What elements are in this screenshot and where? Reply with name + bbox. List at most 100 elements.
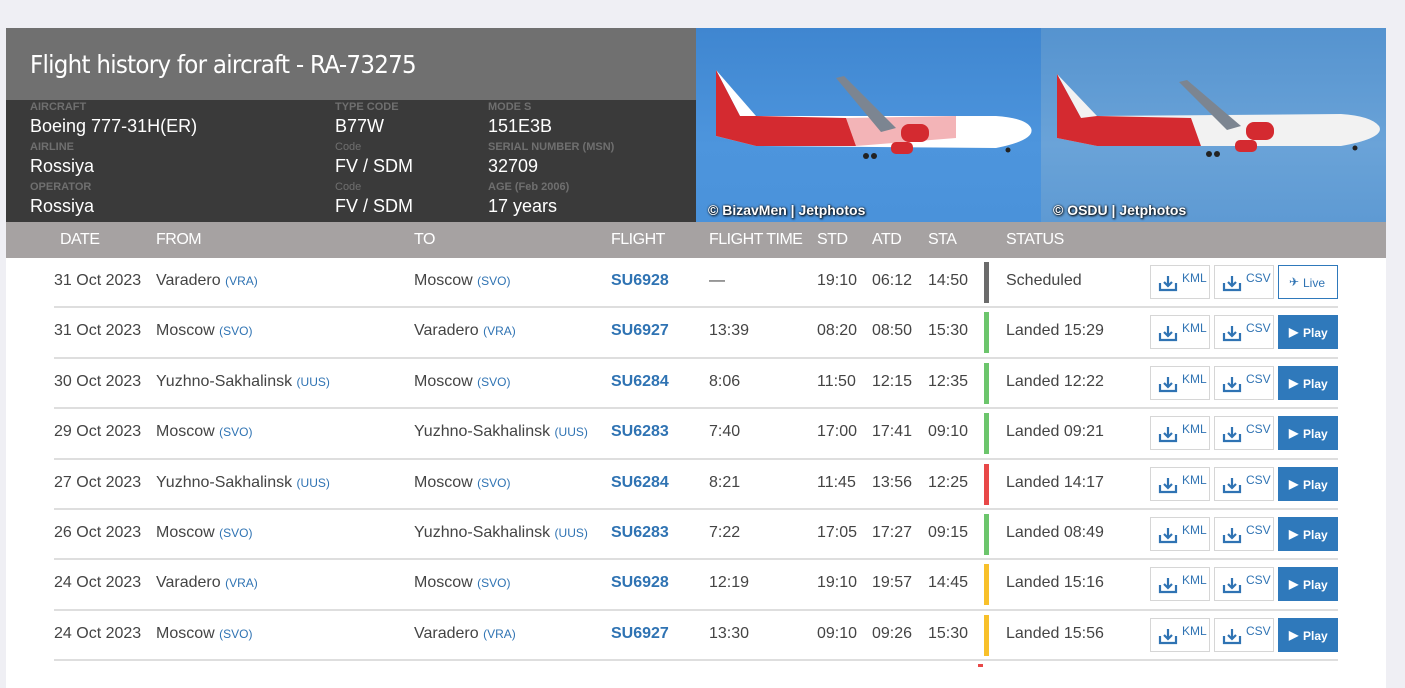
from-cell[interactable]: Moscow (SVO) bbox=[156, 423, 252, 441]
flight-number-link[interactable]: SU6928 bbox=[611, 272, 669, 290]
to-airport-code[interactable]: (VRA) bbox=[483, 324, 516, 338]
csv-download-button[interactable]: CSV bbox=[1214, 315, 1274, 350]
photo-credit[interactable]: © BizavMen | Jetphotos bbox=[708, 202, 865, 218]
kml-download-button[interactable]: KML bbox=[1150, 466, 1210, 501]
play-button[interactable]: ▶ Play bbox=[1278, 617, 1338, 652]
from-cell[interactable]: Yuzhno-Sakhalinsk (UUS) bbox=[156, 474, 330, 492]
table-header: DATE FROM TO FLIGHT FLIGHT TIME STD ATD … bbox=[6, 222, 1386, 258]
kml-download-button[interactable]: KML bbox=[1150, 365, 1210, 400]
kml-download-button[interactable]: KML bbox=[1150, 265, 1210, 299]
from-city[interactable]: Yuzhno-Sakhalinsk bbox=[156, 474, 292, 491]
play-button[interactable]: ▶ Play bbox=[1278, 466, 1338, 501]
play-label: Play bbox=[1303, 477, 1328, 492]
to-cell[interactable]: Moscow (SVO) bbox=[414, 272, 510, 290]
play-button[interactable]: ▶ Play bbox=[1278, 365, 1338, 400]
flight-number-link[interactable]: SU6927 bbox=[611, 625, 669, 643]
column-header-atd[interactable]: ATD bbox=[872, 231, 902, 249]
aircraft-photo-2[interactable]: © OSDU | Jetphotos bbox=[1041, 28, 1386, 222]
from-city[interactable]: Moscow bbox=[156, 322, 215, 339]
play-button[interactable]: ▶ Play bbox=[1278, 567, 1338, 602]
csv-download-button[interactable]: CSV bbox=[1214, 466, 1274, 501]
download-icon bbox=[1222, 326, 1242, 342]
from-cell[interactable]: Varadero (VRA) bbox=[156, 574, 258, 592]
to-airport-code[interactable]: (SVO) bbox=[477, 274, 510, 288]
flight-number-link[interactable]: SU6284 bbox=[611, 474, 669, 492]
to-city[interactable]: Moscow bbox=[414, 574, 473, 591]
flight-number-link[interactable]: SU6283 bbox=[611, 423, 669, 441]
kml-download-button[interactable]: KML bbox=[1150, 567, 1210, 602]
from-cell[interactable]: Moscow (SVO) bbox=[156, 625, 252, 643]
to-city[interactable]: Yuzhno-Sakhalinsk bbox=[414, 423, 550, 440]
from-airport-code[interactable]: (SVO) bbox=[219, 627, 252, 641]
column-header-status[interactable]: STATUS bbox=[1006, 231, 1064, 249]
play-icon: ▶ bbox=[1289, 476, 1299, 491]
play-label: Play bbox=[1303, 628, 1328, 643]
to-cell[interactable]: Moscow (SVO) bbox=[414, 474, 510, 492]
csv-download-button[interactable]: CSV bbox=[1214, 265, 1274, 299]
from-city[interactable]: Varadero bbox=[156, 574, 221, 591]
from-cell[interactable]: Yuzhno-Sakhalinsk (UUS) bbox=[156, 373, 330, 391]
column-header-flight[interactable]: FLIGHT bbox=[611, 231, 665, 249]
to-cell[interactable]: Moscow (SVO) bbox=[414, 574, 510, 592]
live-button[interactable]: ✈ Live bbox=[1278, 265, 1338, 299]
kml-download-button[interactable]: KML bbox=[1150, 315, 1210, 350]
flight-number-link[interactable]: SU6928 bbox=[611, 574, 669, 592]
from-cell[interactable]: Moscow (SVO) bbox=[156, 322, 252, 340]
from-cell[interactable]: Varadero (VRA) bbox=[156, 272, 258, 290]
to-cell[interactable]: Varadero (VRA) bbox=[414, 625, 516, 643]
play-button[interactable]: ▶ Play bbox=[1278, 315, 1338, 350]
flight-number-link[interactable]: SU6927 bbox=[611, 322, 669, 340]
to-airport-code[interactable]: (SVO) bbox=[477, 375, 510, 389]
from-airport-code[interactable]: (SVO) bbox=[219, 324, 252, 338]
from-airport-code[interactable]: (SVO) bbox=[219, 425, 252, 439]
from-airport-code[interactable]: (VRA) bbox=[225, 274, 258, 288]
to-cell[interactable]: Moscow (SVO) bbox=[414, 373, 510, 391]
to-city[interactable]: Varadero bbox=[414, 625, 479, 642]
operator-code-value: FV / SDM bbox=[335, 196, 414, 216]
aircraft-photo-1[interactable]: © BizavMen | Jetphotos bbox=[696, 28, 1041, 222]
from-city[interactable]: Moscow bbox=[156, 625, 215, 642]
to-city[interactable]: Moscow bbox=[414, 373, 473, 390]
to-city[interactable]: Moscow bbox=[414, 272, 473, 289]
to-city[interactable]: Yuzhno-Sakhalinsk bbox=[414, 524, 550, 541]
to-airport-code[interactable]: (SVO) bbox=[477, 476, 510, 490]
to-cell[interactable]: Yuzhno-Sakhalinsk (UUS) bbox=[414, 524, 588, 542]
kml-download-button[interactable]: KML bbox=[1150, 617, 1210, 652]
column-header-to[interactable]: TO bbox=[414, 231, 435, 249]
to-airport-code[interactable]: (SVO) bbox=[477, 576, 510, 590]
from-city[interactable]: Moscow bbox=[156, 423, 215, 440]
from-city[interactable]: Varadero bbox=[156, 272, 221, 289]
flight-number-link[interactable]: SU6283 bbox=[611, 524, 669, 542]
play-label: Play bbox=[1303, 326, 1328, 341]
from-airport-code[interactable]: (SVO) bbox=[219, 526, 252, 540]
play-button[interactable]: ▶ Play bbox=[1278, 416, 1338, 451]
csv-download-button[interactable]: CSV bbox=[1214, 416, 1274, 451]
photo-credit[interactable]: © OSDU | Jetphotos bbox=[1053, 202, 1186, 218]
to-airport-code[interactable]: (UUS) bbox=[555, 425, 588, 439]
from-city[interactable]: Moscow bbox=[156, 524, 215, 541]
from-airport-code[interactable]: (UUS) bbox=[297, 375, 330, 389]
column-header-from[interactable]: FROM bbox=[156, 231, 202, 249]
from-cell[interactable]: Moscow (SVO) bbox=[156, 524, 252, 542]
csv-download-button[interactable]: CSV bbox=[1214, 567, 1274, 602]
from-airport-code[interactable]: (UUS) bbox=[297, 476, 330, 490]
column-header-date[interactable]: DATE bbox=[60, 231, 100, 249]
to-airport-code[interactable]: (VRA) bbox=[483, 627, 516, 641]
from-airport-code[interactable]: (VRA) bbox=[225, 576, 258, 590]
to-cell[interactable]: Varadero (VRA) bbox=[414, 322, 516, 340]
flight-number-link[interactable]: SU6284 bbox=[611, 373, 669, 391]
to-city[interactable]: Moscow bbox=[414, 474, 473, 491]
play-button[interactable]: ▶ Play bbox=[1278, 516, 1338, 551]
column-header-sta[interactable]: STA bbox=[928, 231, 957, 249]
csv-download-button[interactable]: CSV bbox=[1214, 365, 1274, 400]
from-city[interactable]: Yuzhno-Sakhalinsk bbox=[156, 373, 292, 390]
kml-download-button[interactable]: KML bbox=[1150, 516, 1210, 551]
to-city[interactable]: Varadero bbox=[414, 322, 479, 339]
csv-download-button[interactable]: CSV bbox=[1214, 516, 1274, 551]
kml-download-button[interactable]: KML bbox=[1150, 416, 1210, 451]
column-header-flight-time[interactable]: FLIGHT TIME bbox=[709, 231, 803, 249]
csv-download-button[interactable]: CSV bbox=[1214, 617, 1274, 652]
column-header-std[interactable]: STD bbox=[817, 231, 848, 249]
to-cell[interactable]: Yuzhno-Sakhalinsk (UUS) bbox=[414, 423, 588, 441]
to-airport-code[interactable]: (UUS) bbox=[555, 526, 588, 540]
